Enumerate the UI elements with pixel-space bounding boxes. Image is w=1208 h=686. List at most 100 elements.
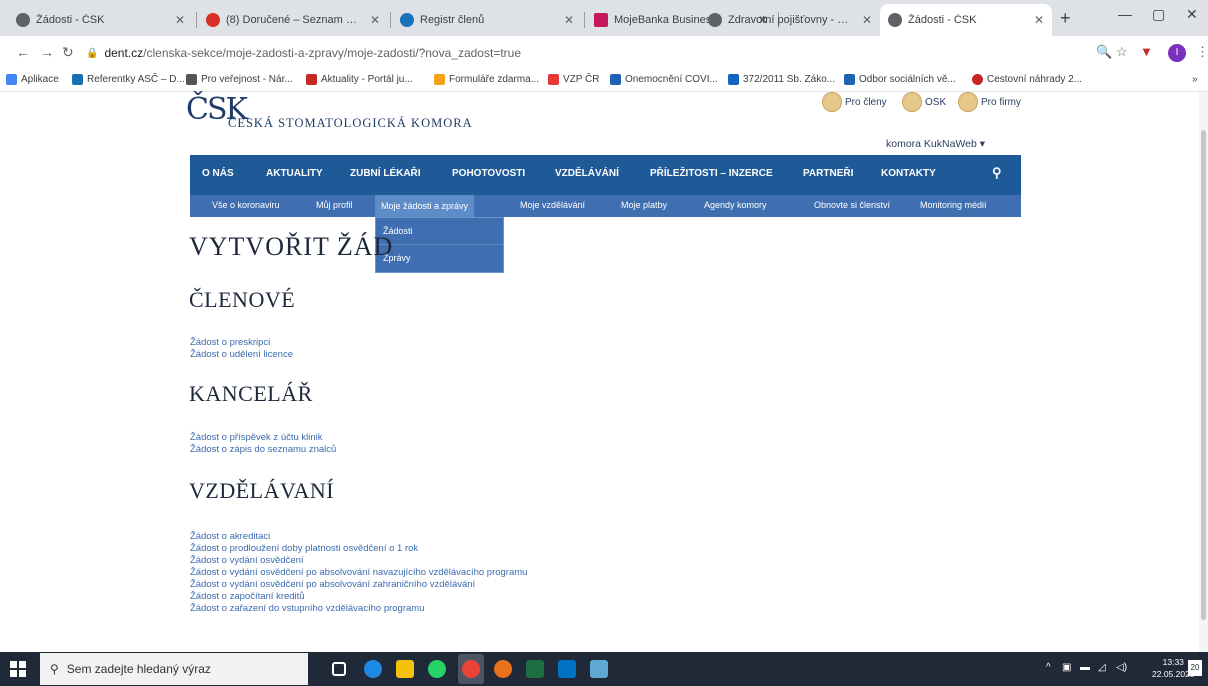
search-icon[interactable]: ⚲: [992, 165, 1002, 181]
taskbar-search-input[interactable]: ⚲ Sem zadejte hledaný výraz: [40, 653, 308, 685]
nav-item-opportunities[interactable]: PŘÍLEŽITOSTI – INZERCE: [650, 168, 773, 179]
star-icon[interactable]: ☆: [1116, 44, 1128, 60]
request-link[interactable]: Žádost o akreditaci: [190, 531, 527, 543]
nav-item-contacts[interactable]: KONTAKTY: [881, 168, 936, 179]
close-icon[interactable]: ✕: [370, 13, 380, 27]
pocket-icon[interactable]: ▼: [1140, 44, 1153, 59]
notifications-icon[interactable]: 20: [1188, 660, 1202, 676]
bookmarks-overflow-icon[interactable]: »: [1192, 74, 1198, 85]
section-links-education: Žádost o akreditaci Žádost o prodloužení…: [190, 531, 527, 615]
bookmark-icon: [972, 74, 983, 85]
close-icon[interactable]: ✕: [175, 13, 185, 27]
request-link[interactable]: Žádost o příspěvek z účtu klinik: [190, 432, 336, 444]
battery-icon[interactable]: ▬: [1080, 662, 1090, 673]
browser-tab[interactable]: (8) Doručené – Seznam Email ✕: [198, 4, 388, 36]
whatsapp-icon[interactable]: [428, 660, 446, 678]
bookmark-item[interactable]: Odbor sociálních vě...: [844, 74, 956, 85]
request-link[interactable]: Žádost o vydání osvědčení po absolvování…: [190, 579, 527, 591]
bookmark-label: 372/2011 Sb. Záko...: [743, 74, 836, 85]
account-menu[interactable]: komora KukNaWeb ▾: [886, 138, 985, 150]
nav-item-emergency[interactable]: POHOTOVOSTI: [452, 168, 525, 179]
url-path: /clenska-sekce/moje-zadosti-a-zpravy/moj…: [143, 46, 521, 60]
chrome-icon[interactable]: [462, 660, 480, 678]
edge-icon[interactable]: [364, 660, 382, 678]
window-close-button[interactable]: ✕: [1186, 6, 1198, 23]
subnav-item-coronavirus[interactable]: Vše o koronaviru: [212, 200, 280, 210]
bookmark-label: Referentky ASČ – D...: [87, 74, 185, 85]
request-link[interactable]: Žádost o vydání osvědčení: [190, 555, 527, 567]
bookmark-item[interactable]: Formuláře zdarma...: [434, 74, 539, 85]
top-link-osk[interactable]: OSK: [902, 92, 946, 112]
file-explorer-icon[interactable]: [396, 660, 414, 678]
outlook-icon[interactable]: [558, 660, 576, 678]
new-tab-button[interactable]: +: [1060, 8, 1071, 29]
request-link[interactable]: Žádost o započítaní kreditů: [190, 591, 527, 603]
profile-avatar[interactable]: I: [1168, 44, 1186, 62]
request-link[interactable]: Žádost o preskripci: [190, 337, 293, 349]
excel-icon[interactable]: [526, 660, 544, 678]
bookmark-item[interactable]: Onemocnění COVI...: [610, 74, 718, 85]
request-link[interactable]: Žádost o zápis do seznamu znalců: [190, 444, 336, 456]
browser-toolbar: ← → ↻ 🔒 dent.cz /clenska-sekce/moje-zado…: [0, 36, 1208, 70]
bookmark-item[interactable]: 372/2011 Sb. Záko...: [728, 74, 835, 85]
section-links-office: Žádost o příspěvek z účtu klinik Žádost …: [190, 432, 336, 456]
subnav-item-requests[interactable]: Moje žádosti a zprávy: [375, 195, 475, 217]
reload-icon[interactable]: ↻: [62, 44, 74, 61]
tab-title: Žádosti - ČSK: [908, 14, 977, 26]
site-logo-text[interactable]: ČESKÁ STOMATOLOGICKÁ KOMORA: [228, 116, 473, 131]
close-icon[interactable]: ✕: [564, 13, 574, 27]
subnav-item-membership[interactable]: Obnovte si členství: [814, 200, 890, 210]
bookmark-apps[interactable]: Aplikace: [6, 74, 59, 85]
search-icon: ⚲: [50, 662, 59, 676]
firefox-icon[interactable]: [494, 660, 512, 678]
browser-tab-active[interactable]: Žádosti - ČSK ✕: [880, 4, 1052, 36]
close-icon[interactable]: ✕: [862, 13, 872, 27]
nav-item-partners[interactable]: PARTNEŘI: [803, 168, 853, 179]
request-link[interactable]: Žádost o udělení licence: [190, 349, 293, 361]
volume-icon[interactable]: ◁): [1116, 662, 1127, 673]
maximize-button[interactable]: ▢: [1152, 6, 1165, 23]
subnav-item-profile[interactable]: Můj profil: [316, 200, 353, 210]
subnav-item-agendas[interactable]: Agendy komory: [704, 200, 767, 210]
request-link[interactable]: Žádost o vydání osvědčení po absolvování…: [190, 567, 527, 579]
top-link-members[interactable]: Pro členy: [822, 92, 887, 112]
nav-item-news[interactable]: AKTUALITY: [266, 168, 323, 179]
subnav-item-education[interactable]: Moje vzdělávání: [520, 200, 585, 210]
windows-start-icon[interactable]: [10, 661, 26, 677]
wifi-icon[interactable]: ◿: [1098, 662, 1106, 673]
bookmark-icon: [728, 74, 739, 85]
task-view-icon[interactable]: [332, 662, 346, 676]
request-link[interactable]: Žádost o prodloužení doby platnosti osvě…: [190, 543, 527, 555]
nav-item-education[interactable]: VZDĚLÁVÁNÍ: [555, 168, 619, 179]
bookmark-item[interactable]: VZP ČR: [548, 74, 600, 85]
bookmark-label: Onemocnění COVI...: [625, 74, 718, 85]
scrollbar-thumb[interactable]: [1201, 130, 1206, 620]
bookmark-item[interactable]: Pro veřejnost - Nár...: [186, 74, 293, 85]
address-bar[interactable]: 🔒 dent.cz /clenska-sekce/moje-zadosti-a-…: [86, 41, 1096, 65]
subnav-item-payments[interactable]: Moje platby: [621, 200, 667, 210]
browser-tab[interactable]: Žádosti - ČSK ✕: [8, 4, 193, 36]
network-icon[interactable]: ▣: [1062, 662, 1071, 673]
bookmark-item[interactable]: Aktuality - Portál ju...: [306, 74, 413, 85]
menu-icon[interactable]: ⋮: [1196, 44, 1208, 60]
caret-down-icon: ▾: [979, 138, 986, 150]
forward-icon[interactable]: →: [40, 44, 54, 60]
photos-icon[interactable]: [590, 660, 608, 678]
browser-tab[interactable]: Registr členů ✕: [392, 4, 582, 36]
subnav-item-media[interactable]: Monitoring médií: [920, 200, 987, 210]
dropdown-item-messages[interactable]: Zprávy: [376, 245, 503, 272]
browser-tab[interactable]: Zdravotní pojišťovny - ČSK ✕: [700, 4, 880, 36]
dropdown-item-requests[interactable]: Žádosti: [376, 218, 503, 245]
request-link[interactable]: Žádost o zařazení do vstupního vzdělávac…: [190, 603, 527, 615]
bookmark-item[interactable]: Referentky ASČ – D...: [72, 74, 185, 85]
bookmarks-bar: Aplikace Referentky ASČ – D... Pro veřej…: [0, 70, 1208, 92]
close-icon[interactable]: ✕: [1034, 13, 1044, 27]
chevron-up-icon[interactable]: ^: [1046, 662, 1051, 673]
minimize-button[interactable]: —: [1118, 6, 1132, 22]
top-link-companies[interactable]: Pro firmy: [958, 92, 1021, 112]
zoom-icon[interactable]: 🔍: [1096, 44, 1112, 60]
back-icon[interactable]: ←: [16, 44, 30, 60]
bookmark-item[interactable]: Cestovní náhrady 2...: [972, 74, 1082, 85]
nav-item-about[interactable]: O NÁS: [202, 168, 234, 179]
nav-item-dentists[interactable]: ZUBNÍ LÉKAŘI: [350, 168, 421, 179]
